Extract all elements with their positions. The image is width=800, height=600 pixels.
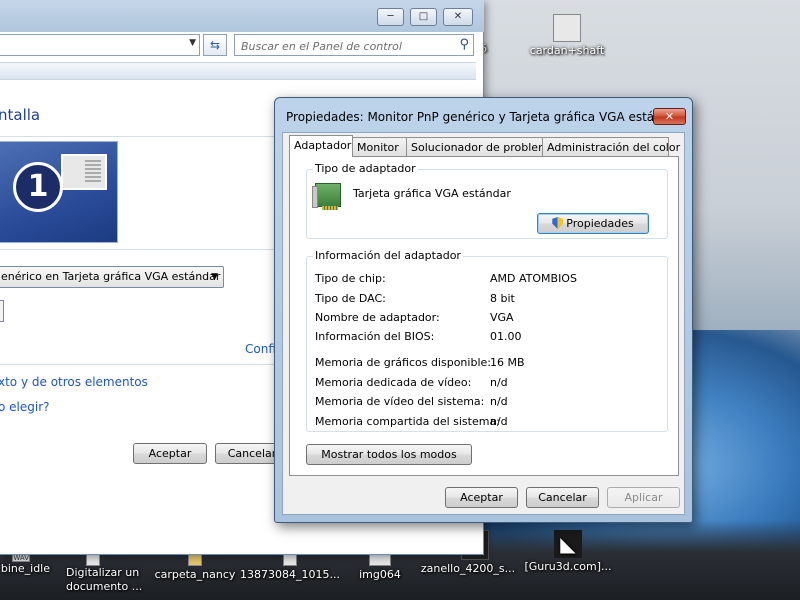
shared-memory-label: Memoria compartida del sistema: [315,415,500,428]
adapter-type-group: Tipo de adaptador Tarjeta gráfica VGA es… [306,162,668,239]
tab-adaptador[interactable]: Adaptador [289,135,353,157]
advanced-settings-link[interactable]: Confi [245,342,276,356]
monitor-preview[interactable]: 1 [0,141,118,243]
display-select-value: enérico en Tarjeta gráfica VGA estándar [1,270,221,283]
desktop-icon-cardan-shaft[interactable]: cardan+shaft [522,14,612,58]
chevron-down-icon[interactable]: ▼ [189,38,196,48]
which-settings-link[interactable]: o elegir? [0,400,50,414]
desktop-icon-label: bine_idle [0,562,50,575]
desktop-icon-img064[interactable]: img064 [335,552,425,582]
available-memory-value: 16 MB [490,356,525,369]
adapter-name-label: Nombre de adaptador: [315,311,440,324]
chip-type-value: AMD ATOMBIOS [490,272,577,285]
adapter-tab-panel: Tipo de adaptador Tarjeta gráfica VGA es… [289,156,679,476]
desktop-icon-digitalizar[interactable]: Digitalizar un documento ... [56,552,146,594]
desktop-icon-label: zanello_4200_s... [420,562,516,575]
address-bar[interactable]: ▼ [0,34,200,56]
close-button[interactable]: ✕ [443,8,473,26]
graphics-card-icon [312,183,341,210]
chevron-down-icon: ▼ [211,272,218,282]
desktop-icon-bine-idle[interactable]: WAV bine_idle [0,552,50,576]
adapter-name: Tarjeta gráfica VGA estándar [353,187,511,200]
system-video-memory-value: n/d [490,395,508,408]
shared-memory-value: n/d [490,415,508,428]
tab-monitor[interactable]: Monitor [352,137,407,156]
refresh-icon: ⇆ [209,38,221,52]
dedicated-memory-value: n/d [490,376,508,389]
group-title: Tipo de adaptador [313,162,418,175]
page-title: ntalla [0,106,41,124]
desktop-icon-label: cardan+shaft [529,44,605,57]
properties-dialog: Propiedades: Monitor PnP genérico y Tarj… [274,97,693,523]
dialog-title: Propiedades: Monitor PnP genérico y Tarj… [286,110,682,124]
text-size-link[interactable]: xto y de otros elementos [0,375,148,389]
maximize-button[interactable]: □ [410,8,437,26]
dialog-close-button[interactable]: ✕ [653,108,686,125]
search-box[interactable]: ⚲ [234,34,474,56]
tab-solucionador[interactable]: Solucionador de problemas [406,137,561,156]
properties-button[interactable]: Propiedades [537,213,649,234]
group-title: Información del adaptador [313,249,463,262]
properties-button-label: Propiedades [566,217,634,230]
control-panel-titlebar[interactable]: ─ □ ✕ [0,0,484,32]
cancel-button[interactable]: Cancelar [526,487,599,508]
ok-button[interactable]: Aceptar [445,487,518,508]
minimize-button[interactable]: ─ [377,8,404,26]
desktop-icon-label: 13873084_1015... [240,568,340,581]
amd-logo-icon: ◣ [554,530,582,558]
file-icon [553,14,581,42]
search-input[interactable] [241,38,451,54]
adapter-name-value: VGA [490,311,514,324]
display-select[interactable]: enérico en Tarjeta gráfica VGA estándar … [0,266,224,288]
refresh-button[interactable]: ⇆ [203,34,227,56]
monitor-number: 1 [13,162,63,212]
ok-button[interactable]: Aceptar [133,443,207,464]
bios-info-value: 01.00 [490,330,522,343]
bios-info-label: Información del BIOS: [315,330,435,343]
desktop-icon-guru3d[interactable]: ◣ [Guru3d.com]... [518,530,618,574]
dac-type-label: Tipo de DAC: [315,292,386,305]
command-bar [0,62,476,80]
desktop-icon-label: carpeta_nancy [154,568,236,581]
desktop-icon-carpeta-nancy[interactable]: carpeta_nancy [150,552,240,582]
dialog-body: Adaptador Monitor Solucionador de proble… [282,132,685,515]
tab-administracion-color[interactable]: Administración del color [542,137,680,156]
desktop-icon-label: img064 [359,568,401,581]
system-video-memory-label: Memoria de vídeo del sistema: [315,395,485,408]
uac-shield-icon [552,217,564,229]
list-all-modes-button[interactable]: Mostrar todos los modos [306,444,472,465]
apply-button[interactable]: Aplicar [607,487,680,508]
desktop-icon-13873084[interactable]: 13873084_1015... [240,552,340,582]
monitor-thumbnail-icon [61,154,107,190]
dedicated-memory-label: Memoria dedicada de vídeo: [315,376,472,389]
search-icon[interactable]: ⚲ [459,37,469,52]
available-memory-label: Memoria de gráficos disponible: [315,356,491,369]
desktop-icon-label: [Guru3d.com]... [524,560,612,573]
desktop-icon-label: Digitalizar un documento ... [66,566,143,593]
dac-type-value: 8 bit [490,292,515,305]
resolution-select[interactable] [0,300,4,322]
chip-type-label: Tipo de chip: [315,272,386,285]
adapter-info-group: Información del adaptador Tipo de chip: … [306,249,668,432]
